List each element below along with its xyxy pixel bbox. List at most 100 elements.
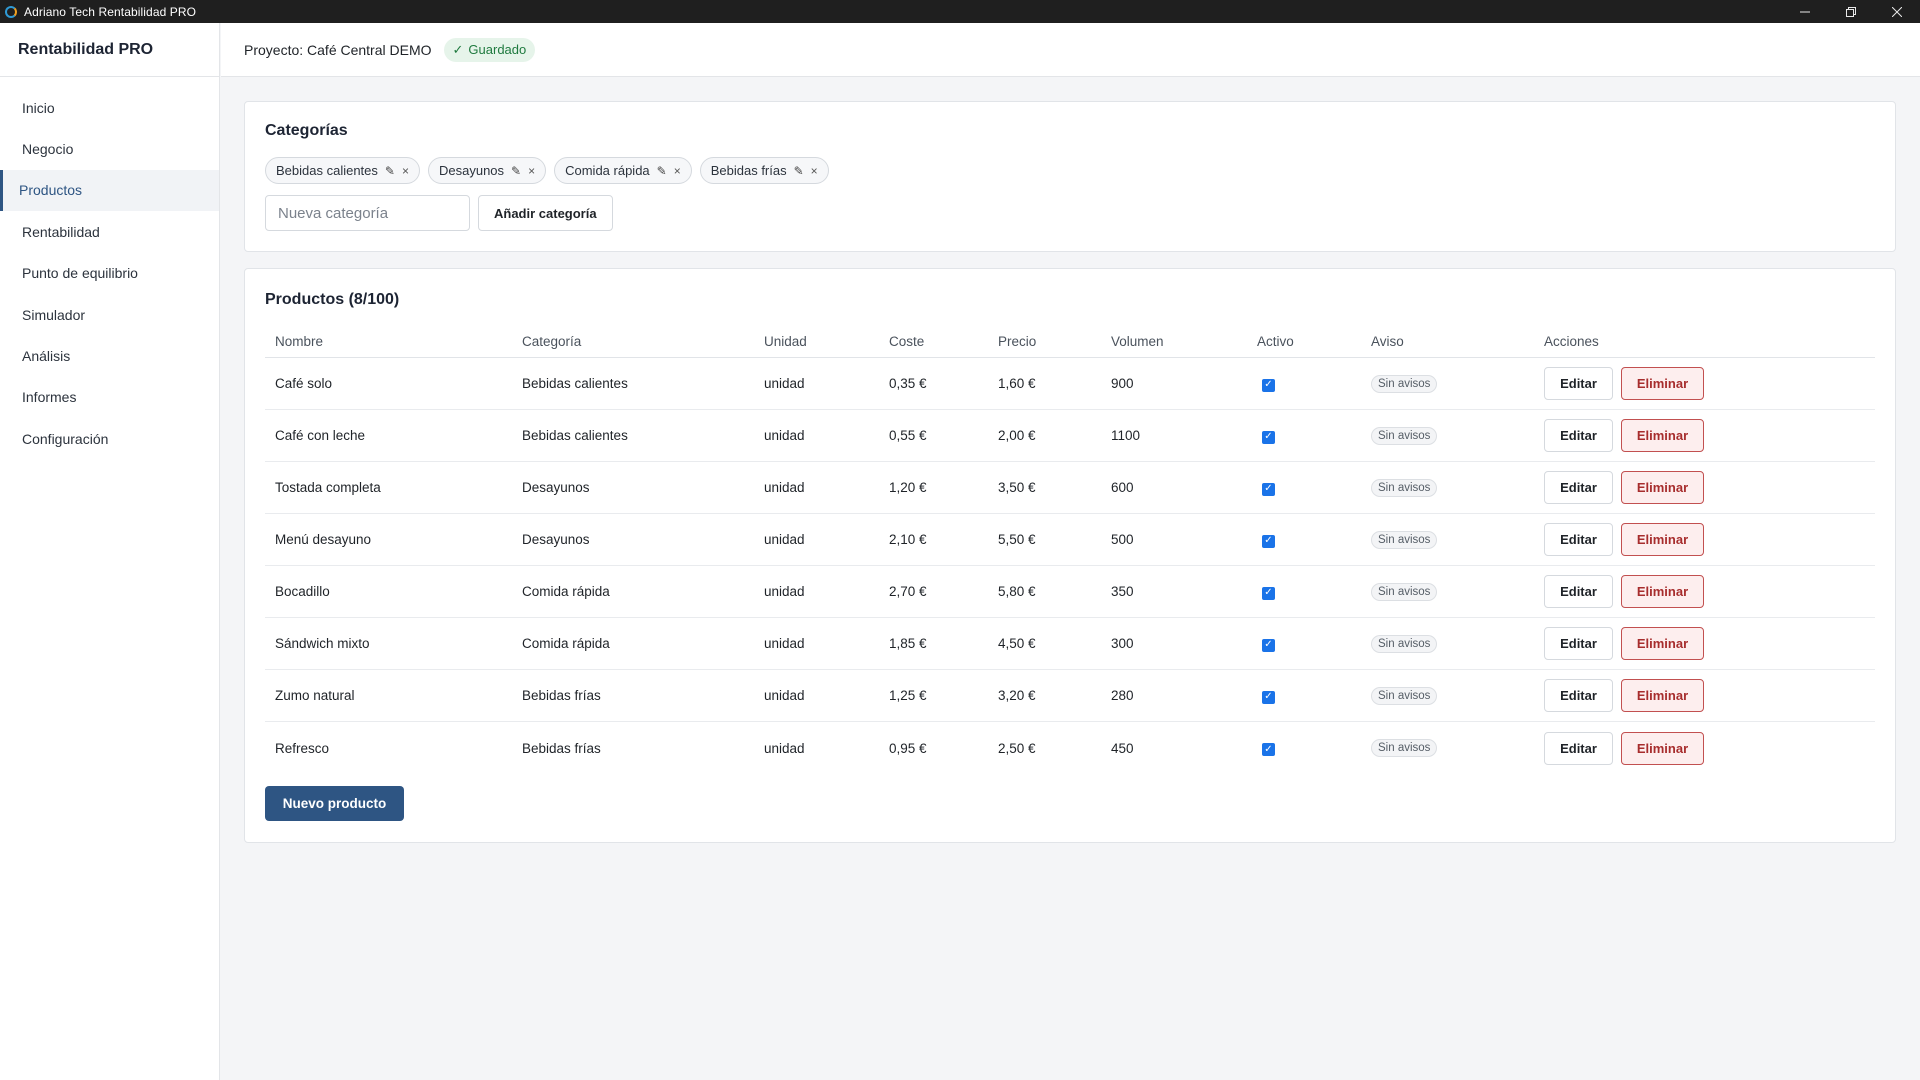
- sidebar-item-inicio[interactable]: Inicio: [0, 87, 219, 128]
- table-header: Nombre Categoría Unidad Coste Precio Vol…: [265, 325, 1875, 358]
- row-actions: Editar Eliminar: [1534, 627, 1875, 660]
- edit-button[interactable]: Editar: [1544, 627, 1613, 660]
- remove-x-icon[interactable]: ×: [811, 164, 818, 178]
- edit-pencil-icon[interactable]: ✎: [657, 164, 667, 178]
- product-unit: unidad: [764, 428, 805, 443]
- product-price: 3,20 €: [998, 688, 1036, 703]
- product-volume: 600: [1111, 480, 1134, 495]
- product-unit: unidad: [764, 584, 805, 599]
- active-checkbox[interactable]: ✓: [1262, 534, 1275, 548]
- sidebar-item-productos[interactable]: Productos: [0, 169, 219, 212]
- table-row: Refresco Bebidas frías unidad 0,95 € 2,5…: [265, 722, 1875, 774]
- window-titlebar: Adriano Tech Rentabilidad PRO: [0, 0, 1920, 23]
- product-unit: unidad: [764, 740, 805, 756]
- product-name: Bocadillo: [275, 584, 330, 599]
- product-category: Desayunos: [522, 480, 590, 495]
- new-product-button[interactable]: Nuevo producto: [265, 786, 404, 821]
- window-title: Adriano Tech Rentabilidad PRO: [24, 4, 197, 19]
- sidebar-item-configuracion[interactable]: Configuración: [0, 418, 219, 459]
- column-header-volumen[interactable]: Volumen: [1101, 334, 1247, 349]
- product-price: 5,50 €: [998, 532, 1036, 547]
- product-volume: 900: [1111, 376, 1134, 391]
- sidebar: Rentabilidad PRO Inicio Negocio Producto…: [0, 23, 220, 1080]
- edit-pencil-icon[interactable]: ✎: [385, 164, 395, 178]
- products-table: Nombre Categoría Unidad Coste Precio Vol…: [265, 325, 1875, 774]
- column-header-activo[interactable]: Activo: [1247, 334, 1361, 349]
- product-unit: unidad: [764, 636, 805, 651]
- edit-button[interactable]: Editar: [1544, 679, 1613, 712]
- remove-x-icon[interactable]: ×: [402, 164, 409, 178]
- sidebar-item-punto-de-equilibrio[interactable]: Punto de equilibrio: [0, 253, 219, 294]
- product-category: Bebidas calientes: [522, 376, 628, 391]
- edit-button[interactable]: Editar: [1544, 419, 1613, 452]
- products-title: Productos (8/100): [265, 291, 400, 308]
- sidebar-item-analisis[interactable]: Análisis: [0, 335, 219, 376]
- active-checkbox[interactable]: ✓: [1262, 482, 1275, 496]
- product-name: Menú desayuno: [275, 532, 372, 547]
- product-volume: 280: [1111, 688, 1134, 703]
- edit-button[interactable]: Editar: [1544, 731, 1613, 765]
- edit-button[interactable]: Editar: [1544, 523, 1613, 556]
- new-category-input[interactable]: [265, 195, 470, 231]
- remove-x-icon[interactable]: ×: [528, 164, 535, 178]
- minimize-icon[interactable]: [1782, 0, 1828, 23]
- active-checkbox[interactable]: ✓: [1262, 690, 1275, 704]
- category-chip: Bebidas frías ✎ ×: [699, 157, 829, 184]
- product-price: 2,50 €: [998, 740, 1036, 756]
- add-category-button[interactable]: Añadir categoría: [478, 195, 613, 231]
- product-volume: 500: [1111, 532, 1134, 547]
- product-category: Bebidas frías: [522, 688, 601, 703]
- edit-button[interactable]: Editar: [1544, 367, 1613, 400]
- edit-button[interactable]: Editar: [1544, 575, 1613, 608]
- column-header-precio[interactable]: Precio: [988, 334, 1101, 349]
- product-category: Comida rápida: [522, 584, 610, 599]
- category-chip-label: Bebidas frías: [710, 163, 787, 178]
- column-header-coste[interactable]: Coste: [879, 334, 988, 349]
- delete-button[interactable]: Eliminar: [1621, 679, 1704, 712]
- delete-button[interactable]: Eliminar: [1621, 575, 1704, 608]
- column-header-acciones: Acciones: [1544, 333, 1599, 349]
- category-chip: Bebidas calientes ✎ ×: [265, 157, 420, 184]
- edit-button[interactable]: Editar: [1544, 471, 1613, 504]
- sidebar-item-negocio[interactable]: Negocio: [0, 128, 219, 169]
- restore-icon[interactable]: [1828, 0, 1874, 23]
- sidebar-item-informes[interactable]: Informes: [0, 377, 219, 418]
- delete-button[interactable]: Eliminar: [1621, 523, 1704, 556]
- edit-pencil-icon[interactable]: ✎: [794, 164, 804, 178]
- sidebar-item-simulador[interactable]: Simulador: [0, 294, 219, 335]
- category-chips: Bebidas calientes ✎ × Desayunos ✎ × Comi…: [265, 157, 829, 184]
- active-checkbox[interactable]: ✓: [1262, 586, 1275, 600]
- saved-status-badge: ✓ Guardado: [443, 37, 536, 62]
- delete-button[interactable]: Eliminar: [1621, 419, 1704, 452]
- table-row: Café con leche Bebidas calientes unidad …: [265, 410, 1875, 462]
- products-card: Productos (8/100) Nombre Categoría Unida…: [244, 268, 1896, 843]
- product-cost: 0,55 €: [889, 428, 927, 443]
- sidebar-item-rentabilidad[interactable]: Rentabilidad: [0, 211, 219, 252]
- edit-pencil-icon[interactable]: ✎: [511, 164, 521, 178]
- remove-x-icon[interactable]: ×: [674, 164, 681, 178]
- warning-badge: Sin avisos: [1371, 478, 1438, 497]
- column-header-nombre[interactable]: Nombre: [265, 334, 512, 349]
- close-icon[interactable]: [1874, 0, 1920, 23]
- column-header-categoria[interactable]: Categoría: [512, 334, 754, 349]
- column-header-unidad[interactable]: Unidad: [754, 334, 879, 349]
- active-checkbox[interactable]: ✓: [1262, 430, 1275, 444]
- product-price: 1,60 €: [998, 376, 1036, 391]
- product-name: Tostada completa: [275, 480, 381, 495]
- row-actions: Editar Eliminar: [1534, 471, 1875, 504]
- delete-button[interactable]: Eliminar: [1621, 627, 1704, 660]
- warning-cell: Sin avisos: [1361, 478, 1534, 497]
- product-category: Comida rápida: [522, 636, 610, 651]
- delete-button[interactable]: Eliminar: [1621, 367, 1704, 400]
- active-checkbox[interactable]: ✓: [1262, 743, 1275, 757]
- delete-button[interactable]: Eliminar: [1621, 731, 1704, 765]
- active-cell: ✓: [1247, 687, 1361, 704]
- row-actions: Editar Eliminar: [1534, 419, 1875, 452]
- product-category: Bebidas frías: [522, 740, 601, 756]
- active-checkbox[interactable]: ✓: [1262, 378, 1275, 392]
- column-header-aviso[interactable]: Aviso: [1361, 334, 1534, 349]
- warning-cell: Sin avisos: [1361, 739, 1534, 757]
- delete-button[interactable]: Eliminar: [1621, 471, 1704, 504]
- warning-cell: Sin avisos: [1361, 374, 1534, 393]
- active-checkbox[interactable]: ✓: [1262, 638, 1275, 652]
